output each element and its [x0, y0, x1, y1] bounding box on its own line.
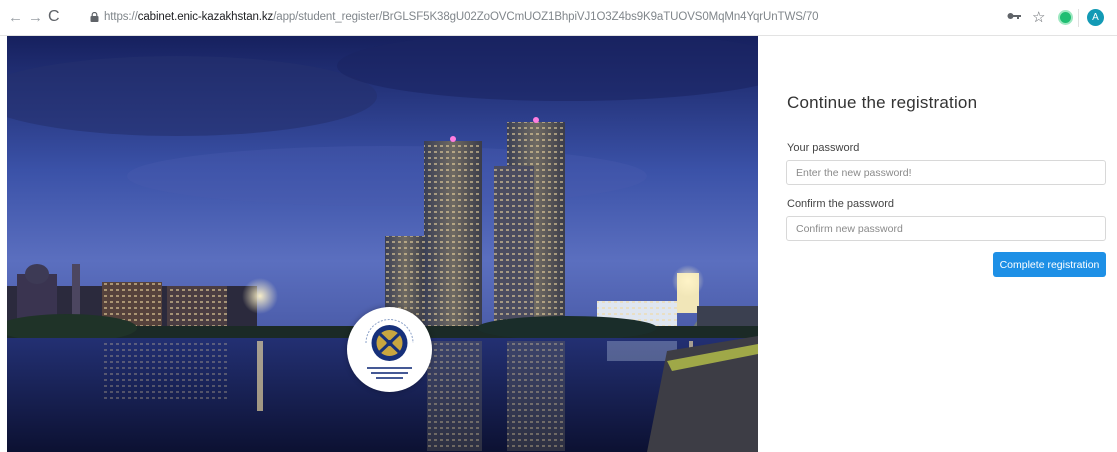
- toolbar-divider: [1078, 9, 1079, 27]
- url-scheme: https://: [104, 11, 138, 23]
- address-bar[interactable]: https://cabinet.enic-kazakhstan.kz/app/s…: [104, 11, 819, 23]
- city-night-photo: [7, 36, 758, 452]
- complete-registration-button[interactable]: Complete registration: [993, 252, 1106, 277]
- key-icon[interactable]: [1007, 11, 1021, 21]
- registration-panel: Continue the registration Your password …: [758, 36, 1117, 452]
- page-title: Continue the registration: [787, 93, 978, 112]
- confirm-password-label: Confirm the password: [787, 198, 894, 210]
- reload-icon[interactable]: C: [48, 9, 60, 25]
- forward-arrow-icon[interactable]: →: [28, 10, 43, 26]
- extension-icon[interactable]: [1058, 10, 1073, 25]
- url-host: cabinet.enic-kazakhstan.kz: [137, 11, 274, 23]
- star-icon[interactable]: ☆: [1032, 8, 1045, 26]
- profile-avatar[interactable]: A: [1087, 9, 1104, 26]
- browser-toolbar: ← → C https://cabinet.enic-kazakhstan.kz…: [0, 0, 1117, 36]
- url-path: /app/student_register/BrGLSF5K38gU02ZoOV…: [273, 11, 819, 23]
- back-arrow-icon[interactable]: ←: [8, 10, 23, 26]
- confirm-password-input[interactable]: [786, 216, 1106, 241]
- password-label: Your password: [787, 142, 860, 154]
- ministry-emblem: [347, 307, 432, 392]
- lock-icon: [90, 12, 99, 22]
- ministry-emblem-graphic: [349, 309, 430, 390]
- password-input[interactable]: [786, 160, 1106, 185]
